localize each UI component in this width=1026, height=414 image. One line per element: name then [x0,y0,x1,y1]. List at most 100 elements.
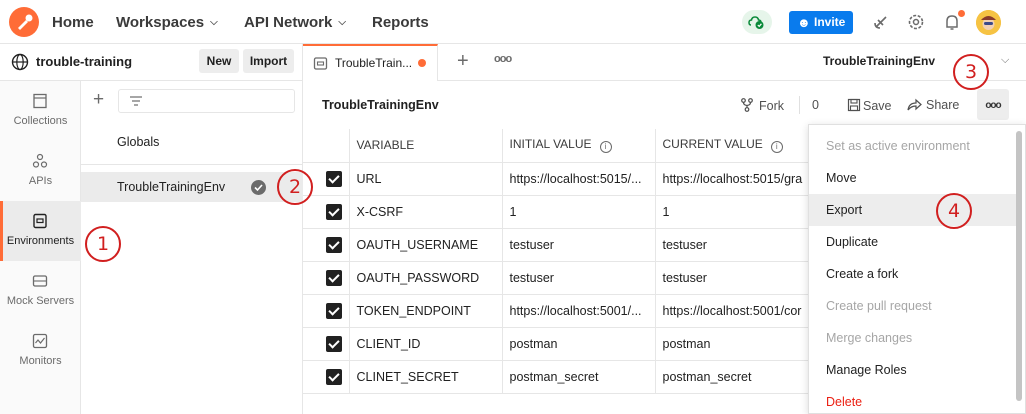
initial-value-cell[interactable]: https://localhost:5001/... [502,294,656,328]
row-checkbox[interactable] [326,236,342,253]
current-value-column-header: CURRENT VALUE i [655,129,808,163]
share-button[interactable]: Share [907,98,959,112]
menu-item-delete[interactable]: Delete [809,386,1017,414]
sidebar-item-apis[interactable]: APIs [0,141,81,201]
environment-icon [313,57,328,70]
tab-trouble-training-env[interactable]: TroubleTrain... [303,44,438,81]
icon-sidebar: Collections APIs Environments Mock Serve… [0,81,81,414]
postman-logo[interactable] [9,7,39,37]
initial-value-cell[interactable]: 1 [502,195,656,229]
table-row[interactable]: X-CSRF 1 1 [303,195,808,229]
mock-server-icon [32,275,48,287]
variable-cell[interactable]: X-CSRF [349,195,503,229]
menu-item-move[interactable]: Move [809,162,1017,194]
environment-selector[interactable]: TroubleTrainingEnv [823,54,935,68]
row-checkbox-cell [303,228,350,262]
initial-value-cell[interactable]: testuser [502,228,656,262]
import-button[interactable]: Import [243,49,294,73]
row-checkbox[interactable] [326,368,342,385]
environment-header: TroubleTrainingEnv Fork 0 Save Share ooo [303,81,1026,129]
divider [799,96,800,114]
table-row[interactable]: OAUTH_USERNAME testuser testuser [303,228,808,262]
sidebar-item-monitors[interactable]: Monitors [0,321,81,381]
sidebar-item-environments[interactable]: Environments [0,201,81,261]
sidebar-label: Monitors [19,355,62,367]
variable-cell[interactable]: CLINET_SECRET [349,360,503,394]
add-environment-icon[interactable]: + [93,89,104,111]
menu-item-merge-changes: Merge changes [826,331,913,345]
initial-value-cell[interactable]: postman [502,327,656,361]
row-checkbox-cell [303,327,350,361]
info-icon[interactable]: i [599,141,612,154]
active-check-icon[interactable] [251,180,266,195]
nav-home[interactable]: Home [52,14,94,31]
variable-cell[interactable]: TOKEN_ENDPOINT [349,294,503,328]
new-button[interactable]: New [199,49,239,73]
fork-button[interactable]: Fork [740,98,784,113]
sidebar-label: Mock Servers [6,295,75,307]
current-value-cell[interactable]: 1 [655,195,808,229]
current-value-cell[interactable]: https://localhost:5015/gra [655,162,808,196]
variable-cell[interactable]: URL [349,162,503,196]
filter-icon [130,96,142,106]
more-actions-button[interactable]: ooo [977,89,1009,120]
tab-more-icon[interactable]: ooo [494,53,512,65]
table-row[interactable]: URL https://localhost:5015/... https://l… [303,162,808,196]
env-item-trouble-training-env[interactable]: TroubleTrainingEnv [81,172,303,202]
fork-icon [741,98,753,112]
chevron-down-icon: ⌵ [338,17,346,28]
table-row[interactable]: CLIENT_ID postman postman [303,327,808,361]
sidebar-label: APIs [28,175,53,187]
variable-cell[interactable]: OAUTH_PASSWORD [349,261,503,295]
initial-value-cell[interactable]: https://localhost:5015/... [502,162,656,196]
settings-icon[interactable] [905,11,927,33]
table-row[interactable]: CLINET_SECRET postman_secret postman_sec… [303,360,808,394]
more-icon: ooo [985,100,1001,111]
table-row[interactable]: TOKEN_ENDPOINT https://localhost:5001/..… [303,294,808,328]
invite-button[interactable]: ☻ Invite [789,11,853,34]
nav-reports[interactable]: Reports [372,14,429,31]
collections-icon [33,93,47,109]
env-item-globals[interactable]: Globals [81,127,303,157]
initial-value-cell[interactable]: postman_secret [502,360,656,394]
info-icon[interactable]: i [770,141,783,154]
menu-item-duplicate[interactable]: Duplicate [809,226,1017,258]
nav-api-network[interactable]: API Network ⌵ [244,14,346,31]
row-checkbox[interactable] [326,302,342,319]
sidebar-item-mock-servers[interactable]: Mock Servers [0,261,81,321]
row-checkbox[interactable] [326,269,342,286]
variable-cell[interactable]: CLIENT_ID [349,327,503,361]
nav-api-network-label: API Network [244,14,333,31]
nav-reports-label: Reports [372,14,429,31]
save-button[interactable]: Save [847,98,892,113]
table-row[interactable]: OAUTH_PASSWORD testuser testuser [303,261,808,295]
current-value-cell[interactable]: postman [655,327,808,361]
filter-input[interactable] [118,89,295,113]
variable-cell[interactable]: OAUTH_USERNAME [349,228,503,262]
sidebar-item-collections[interactable]: Collections [0,81,81,141]
current-value-cell[interactable]: testuser [655,228,808,262]
env-list-toolbar: + [81,81,303,121]
current-value-cell[interactable]: testuser [655,261,808,295]
menu-item-create-fork[interactable]: Create a fork [809,258,1017,290]
menu-item-export[interactable]: Export [809,194,1017,226]
environment-selector-label: TroubleTrainingEnv [823,54,936,68]
menu-scrollbar[interactable] [1016,131,1022,401]
nav-workspaces[interactable]: Workspaces ⌵ [116,14,218,31]
share-icon [907,98,922,111]
sync-status-icon[interactable] [742,10,772,34]
row-checkbox[interactable] [326,335,342,352]
current-value-cell[interactable]: postman_secret [655,360,808,394]
satellite-icon[interactable] [870,11,892,33]
row-checkbox[interactable] [326,170,342,187]
initial-value-cell[interactable]: testuser [502,261,656,295]
annotation-1: 1 [85,226,121,262]
menu-item-manage-roles[interactable]: Manage Roles [809,354,1017,386]
avatar[interactable] [976,10,1001,35]
new-tab-icon[interactable]: + [457,50,469,73]
current-value-cell[interactable]: https://localhost:5001/cor [655,294,808,328]
row-checkbox[interactable] [326,203,342,220]
column-label: CURRENT VALUE [662,137,763,152]
chevron-down-icon[interactable]: ⌵ [1001,54,1009,67]
column-label: INITIAL VALUE [509,137,592,152]
